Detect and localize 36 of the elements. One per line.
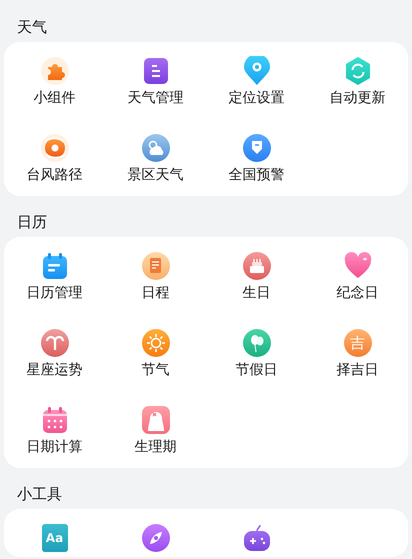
tool-label[interactable]: 择吉日 — [336, 360, 378, 380]
aries-icon — [40, 328, 70, 358]
tool-label[interactable]: 台风路径 — [26, 165, 82, 185]
tool-label[interactable]: 纪念日 — [336, 283, 378, 303]
puzzle-icon — [40, 56, 70, 86]
tool-label[interactable]: 自动更新 — [330, 88, 386, 108]
tool-label[interactable]: 日程 — [142, 283, 170, 303]
tool-label[interactable]: 日期计算 — [26, 437, 82, 457]
tool-label[interactable]: 节气 — [142, 360, 170, 380]
tool-label[interactable]: 节假日 — [236, 360, 278, 380]
tool-label[interactable]: 天气管理 — [128, 88, 184, 108]
tool-label[interactable]: 生日 — [242, 283, 270, 303]
tool-label[interactable]: 全国预警 — [228, 165, 284, 185]
tool-label[interactable]: 生理期 — [134, 437, 176, 457]
tool-label[interactable]: 星座运势 — [26, 360, 82, 380]
section-title: 小工具 — [16, 484, 63, 505]
cloud-sun-icon — [140, 133, 170, 163]
gamepad-icon — [242, 523, 272, 553]
icon-glyph: 吉 — [350, 332, 365, 354]
cake-icon — [242, 251, 272, 281]
fortune-icon — [342, 328, 372, 358]
font-size-icon — [40, 523, 70, 553]
location-pin-icon — [242, 56, 272, 86]
icon-glyph: Aa — [46, 530, 64, 546]
section-title: 日历 — [16, 212, 48, 233]
sun-icon — [140, 328, 170, 358]
balloon-icon — [242, 328, 272, 358]
compass-icon — [140, 523, 170, 553]
warning-icon — [242, 133, 272, 163]
tool-label[interactable]: 定位设置 — [228, 88, 284, 108]
tool-label[interactable]: 景区天气 — [128, 165, 184, 185]
note-icon — [140, 251, 170, 281]
tool-label[interactable]: 小组件 — [34, 88, 76, 108]
heart-icon — [342, 251, 372, 281]
tool-label[interactable]: 日历管理 — [26, 283, 82, 303]
section-title: 天气 — [16, 17, 48, 38]
